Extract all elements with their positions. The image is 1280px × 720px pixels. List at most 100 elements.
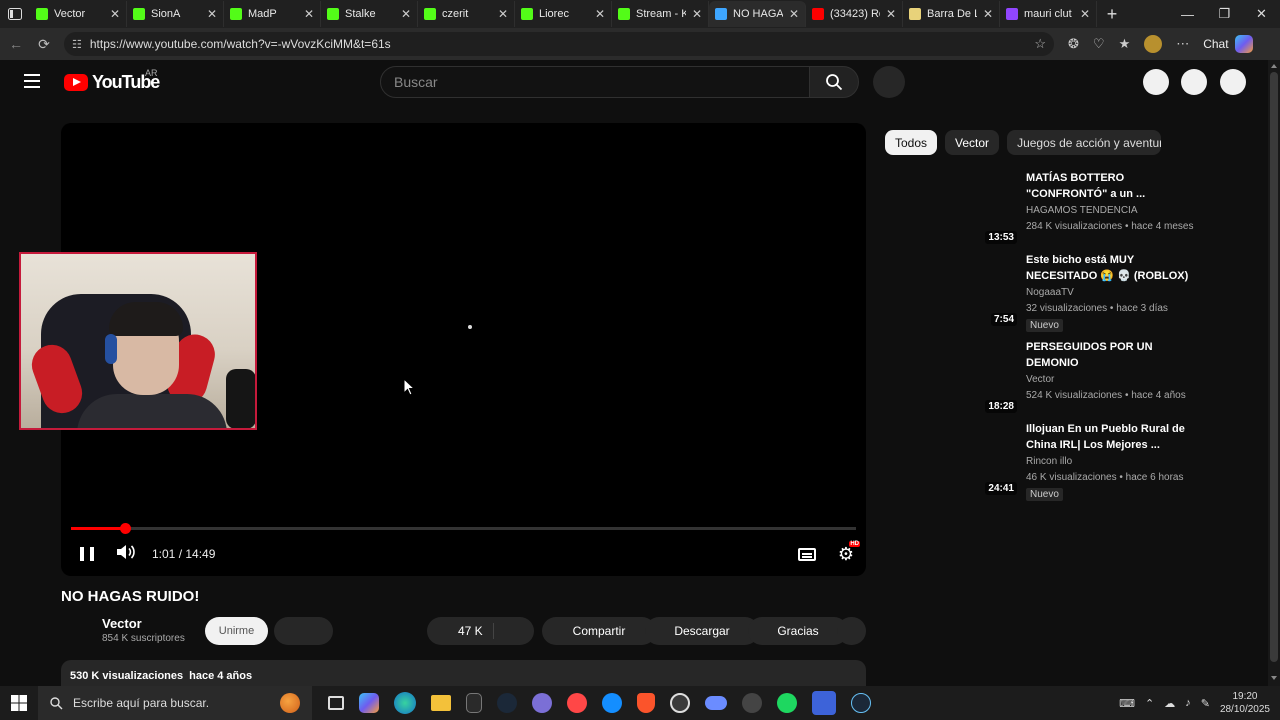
- chip-action-adventure[interactable]: Juegos de acción y aventuras: [1007, 130, 1162, 155]
- file-explorer-icon[interactable]: [431, 695, 451, 711]
- tab-close-icon[interactable]: ✕: [1080, 7, 1090, 21]
- tab-close-icon[interactable]: ✕: [498, 7, 508, 21]
- ea-app-icon[interactable]: [567, 693, 587, 713]
- volume-tray-icon[interactable]: ♪: [1185, 697, 1191, 709]
- scroll-thumb[interactable]: [1270, 72, 1278, 662]
- download-button[interactable]: Descargar: [645, 617, 759, 645]
- scrubber-handle[interactable]: [120, 523, 132, 534]
- tab-close-icon[interactable]: ✕: [304, 7, 314, 21]
- close-window-icon[interactable]: ✕: [1243, 0, 1280, 28]
- tab-close-icon[interactable]: ✕: [789, 7, 799, 21]
- more-actions-button[interactable]: [837, 617, 866, 645]
- pause-button[interactable]: [80, 547, 94, 561]
- settings-icon[interactable]: ⚙ HD: [838, 540, 860, 565]
- copilot-app-icon[interactable]: [359, 693, 379, 713]
- recommendation-channel[interactable]: Vector: [1026, 374, 1054, 385]
- recommendation-item[interactable]: 13:53 MATÍAS BOTTERO "CONFRONTÓ" a un ...…: [885, 170, 1215, 250]
- tab-close-icon[interactable]: ✕: [401, 7, 411, 21]
- tab-close-icon[interactable]: ✕: [692, 7, 702, 21]
- more-menu-icon[interactable]: ⋯: [1176, 36, 1189, 52]
- tray-chevron-icon[interactable]: ⌃: [1145, 697, 1154, 710]
- site-info-icon[interactable]: ☷: [72, 38, 82, 51]
- recommendation-item[interactable]: 24:41 Illojuan En un Pueblo Rural de Chin…: [885, 421, 1215, 501]
- new-tab-button[interactable]: +: [1097, 4, 1127, 25]
- volume-icon[interactable]: [116, 544, 136, 565]
- like-button[interactable]: 47 K: [458, 624, 483, 638]
- recommendation-channel[interactable]: Rincon illo: [1026, 456, 1072, 467]
- pen-icon[interactable]: ✎: [1201, 697, 1210, 710]
- recommendation-title[interactable]: Illojuan En un Pueblo Rural de China IRL…: [1026, 421, 1196, 453]
- discord-like-icon[interactable]: [532, 693, 552, 713]
- chip-all[interactable]: Todos: [885, 130, 938, 155]
- tab-close-icon[interactable]: ✕: [207, 7, 217, 21]
- tab-close-icon[interactable]: ✕: [110, 7, 120, 21]
- favorites-icon[interactable]: ★: [1119, 36, 1131, 52]
- youtube-logo[interactable]: YouTube AR: [64, 68, 160, 93]
- taskbar-search[interactable]: Escribe aquí para buscar.: [38, 686, 312, 720]
- search-button[interactable]: [809, 66, 859, 98]
- start-button[interactable]: [0, 695, 38, 711]
- browser-tab[interactable]: Liorec ✕: [515, 1, 612, 27]
- voice-search-button[interactable]: [873, 66, 905, 98]
- subtitles-icon[interactable]: [797, 547, 816, 561]
- browser-tab[interactable]: mauri clut ✕: [1000, 1, 1097, 27]
- recommendation-title[interactable]: Este bicho está MUY NECESITADO 😭 💀 (ROBL…: [1026, 252, 1196, 284]
- page-scrollbar[interactable]: [1268, 60, 1280, 686]
- davinci-icon[interactable]: [742, 693, 762, 713]
- subscribe-button[interactable]: [274, 617, 333, 645]
- task-view-icon[interactable]: [328, 696, 344, 710]
- progress-bar[interactable]: [71, 523, 856, 534]
- steam-active-icon[interactable]: [851, 693, 871, 713]
- recommendation-channel[interactable]: NogaaaTV: [1026, 287, 1074, 298]
- browser-tab[interactable]: czerit ✕: [418, 1, 515, 27]
- epic-games-icon[interactable]: [466, 693, 482, 713]
- notifications-button[interactable]: [1181, 69, 1207, 95]
- reload-icon[interactable]: ⟳: [32, 32, 56, 56]
- account-avatar[interactable]: [1220, 69, 1246, 95]
- join-button[interactable]: Unirme: [205, 617, 268, 645]
- scroll-down-icon[interactable]: [1271, 676, 1277, 680]
- recommendation-title[interactable]: PERSEGUIDOS POR UN DEMONIO: [1026, 339, 1196, 371]
- recommendation-title[interactable]: MATÍAS BOTTERO "CONFRONTÓ" a un ...: [1026, 170, 1196, 202]
- brave-icon[interactable]: [637, 693, 655, 713]
- copilot-chat-button[interactable]: Chat: [1203, 35, 1253, 53]
- browser-tab[interactable]: NO HAGAS ✕: [709, 1, 806, 27]
- recommendation-thumbnail[interactable]: 24:41: [885, 421, 1019, 497]
- steam-icon[interactable]: [497, 693, 517, 713]
- edge-icon[interactable]: [394, 692, 416, 714]
- restore-icon[interactable]: ❐: [1206, 0, 1243, 28]
- recommendation-item[interactable]: 7:54 Este bicho está MUY NECESITADO 😭 💀 (…: [885, 252, 1215, 332]
- extensions-icon[interactable]: ❂: [1068, 36, 1079, 52]
- spotify-icon[interactable]: [777, 693, 797, 713]
- scroll-up-icon[interactable]: [1271, 64, 1277, 68]
- menu-icon[interactable]: [24, 74, 40, 88]
- browser-tab[interactable]: Stream - K ✕: [612, 1, 709, 27]
- recommendation-thumbnail[interactable]: 7:54: [885, 252, 1019, 328]
- favorite-star-icon[interactable]: ☆: [1034, 36, 1046, 52]
- recommendation-channel[interactable]: HAGAMOS TENDENCIA: [1026, 205, 1138, 216]
- browser-tab[interactable]: (33423) Ro ✕: [806, 1, 903, 27]
- search-input[interactable]: Buscar: [380, 66, 810, 98]
- chip-vector[interactable]: Vector: [945, 130, 1000, 155]
- obs-icon[interactable]: [670, 693, 690, 713]
- browser-tab[interactable]: Stalke ✕: [321, 1, 418, 27]
- browser-tab[interactable]: SionA ✕: [127, 1, 224, 27]
- recommendation-item[interactable]: 18:28 PERSEGUIDOS POR UN DEMONIO Vector 524…: [885, 339, 1215, 419]
- tab-close-icon[interactable]: ✕: [595, 7, 605, 21]
- browser-essentials-icon[interactable]: ♡: [1093, 36, 1105, 52]
- browser-tab[interactable]: Vector ✕: [30, 1, 127, 27]
- keyboard-icon[interactable]: ⌨: [1119, 697, 1135, 710]
- browser-tab[interactable]: MadP ✕: [224, 1, 321, 27]
- channel-name[interactable]: Vector: [102, 616, 142, 631]
- url-field[interactable]: ☷ https://www.youtube.com/watch?v=-wVovz…: [64, 32, 1054, 56]
- clock[interactable]: 19:20 28/10/2025: [1220, 690, 1270, 716]
- minimize-icon[interactable]: —: [1169, 0, 1206, 28]
- tab-actions-icon[interactable]: [0, 0, 30, 28]
- create-button[interactable]: [1143, 69, 1169, 95]
- description-box[interactable]: 530 K visualizaciones hace 4 años: [61, 660, 866, 686]
- share-button[interactable]: Compartir: [542, 617, 656, 645]
- recommendation-thumbnail[interactable]: 18:28: [885, 339, 1019, 415]
- profile-avatar[interactable]: [1144, 35, 1163, 53]
- tab-close-icon[interactable]: ✕: [983, 7, 993, 21]
- back-icon[interactable]: ←: [4, 32, 28, 56]
